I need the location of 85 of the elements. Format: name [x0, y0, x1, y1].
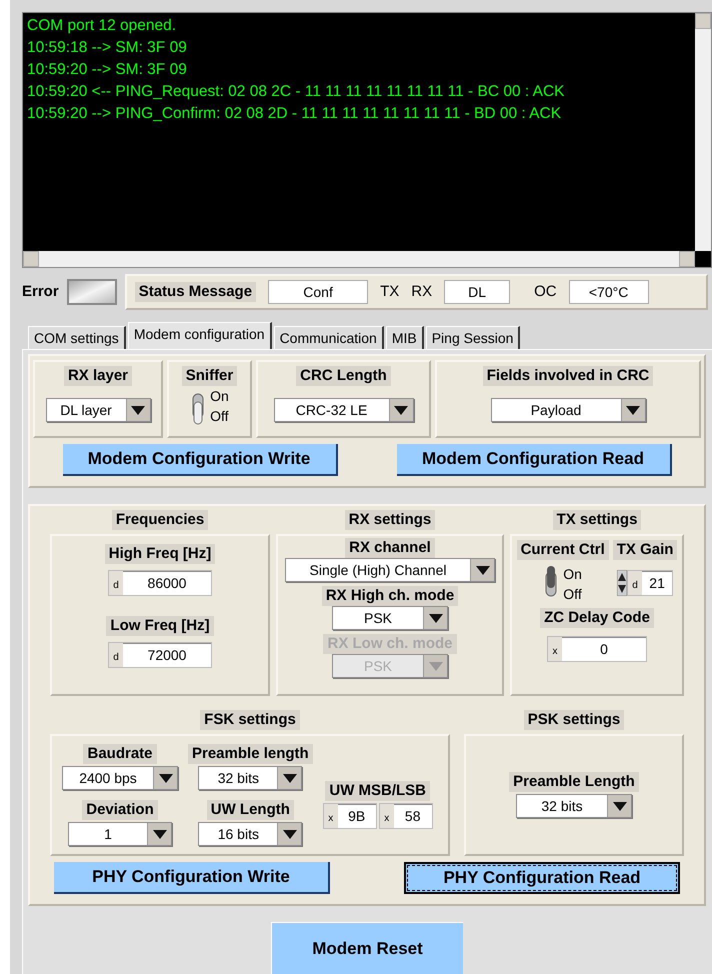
caret-icon [158, 774, 172, 782]
vertical-scrollbar[interactable] [695, 13, 711, 251]
field-label: Preamble Length [509, 772, 639, 792]
field-label: UW MSB/LSB [325, 781, 430, 801]
dropdown[interactable]: PSK [332, 606, 448, 630]
field-label: RX layer [64, 366, 132, 386]
field-label: Preamble length [188, 744, 313, 764]
number-field[interactable]: d 72000 [108, 642, 212, 668]
tab[interactable]: MIB [386, 326, 424, 349]
caret-icon [394, 406, 408, 414]
field-label: RX channel [345, 538, 435, 558]
tab[interactable]: COM settings [28, 326, 126, 349]
field-label: Baudrate [83, 744, 157, 764]
dropdown[interactable]: 1 [68, 822, 172, 846]
log-line: COM port 12 opened. [27, 16, 178, 36]
rx-field: DL [444, 280, 510, 304]
section-title: Frequencies [112, 510, 208, 530]
dropdown[interactable]: 16 bits [198, 822, 302, 846]
status-message-field: Conf [268, 280, 368, 304]
caret-icon [282, 774, 297, 782]
radix-indicator: d [109, 571, 123, 595]
off-label: Off [210, 407, 229, 426]
radix-indicator: x [324, 804, 338, 828]
log-line: 10:59:18 --> SM: 3F 09 [27, 38, 188, 58]
action-button[interactable]: PHY Configuration Read [404, 862, 680, 894]
field-label: CRC Length [296, 366, 391, 386]
dropdown[interactable]: DL layer [46, 398, 150, 422]
tab[interactable]: Modem configuration [128, 322, 272, 349]
radix-indicator: x [380, 804, 394, 828]
field-label: High Freq [Hz] [104, 544, 216, 564]
field-label: UW Length [206, 800, 294, 820]
dropdown[interactable]: 32 bits [516, 794, 632, 818]
rx-label: RX [411, 282, 432, 302]
error-label: Error [22, 282, 59, 302]
section-title: TX settings [552, 510, 642, 530]
caret-icon [131, 406, 145, 414]
caret-icon [476, 566, 490, 574]
spinner-icon[interactable] [617, 570, 628, 596]
number-field[interactable]: x 58 [378, 803, 433, 829]
log-line: 10:59:20 --> SM: 3F 09 [27, 60, 188, 80]
number-field[interactable]: x 9B [322, 803, 377, 829]
section-title: PSK settings [524, 710, 624, 730]
dropdown[interactable]: Single (High) Channel [285, 558, 495, 582]
radix-indicator: d [109, 643, 123, 667]
number-field[interactable]: d 86000 [108, 570, 212, 596]
radix-indicator: x [548, 637, 562, 661]
oc-label: OC [534, 282, 557, 302]
field-label: RX High ch. mode [322, 586, 458, 606]
caret-icon [282, 830, 297, 838]
section-title: FSK settings [200, 710, 300, 730]
radix-indicator: d [628, 571, 642, 595]
field-label: ZC Delay Code [540, 608, 654, 628]
oc-field: <70°C [568, 280, 649, 304]
field-label: TX Gain [612, 540, 678, 560]
dropdown[interactable]: 2400 bps [62, 766, 178, 790]
number-field[interactable]: d 21 [627, 570, 674, 596]
action-button[interactable]: Modem Configuration Write [62, 444, 338, 476]
section-title: RX settings [344, 510, 436, 530]
tab[interactable]: Ping Session [426, 326, 520, 349]
field-label: Fields involved in CRC [482, 366, 654, 386]
field-label: Deviation [82, 800, 158, 820]
field-label: Status Message [134, 282, 256, 302]
action-button[interactable]: Modem Configuration Read [396, 444, 672, 476]
caret-icon [612, 802, 626, 810]
action-button[interactable]: PHY Configuration Write [54, 862, 330, 894]
caret-icon [428, 614, 442, 622]
on-label: On [210, 387, 229, 406]
log-line: 10:59:20 <-- PING_Request: 02 08 2C - 11 11 11 11 11 11 11 11 - BC 00 : ACK [27, 82, 566, 102]
tab[interactable]: Communication [274, 326, 384, 349]
field-label: Sniffer [182, 366, 238, 386]
dropdown[interactable]: Payload [490, 398, 646, 422]
off-label: Off [563, 585, 582, 604]
horizontal-scrollbar[interactable] [23, 251, 695, 267]
field-label: Low Freq [Hz] [106, 616, 214, 636]
number-field[interactable]: x 0 [547, 636, 647, 662]
dropdown[interactable]: 32 bits [198, 766, 302, 790]
caret-icon [428, 662, 442, 670]
field-label: Current Ctrl [516, 540, 609, 560]
reset-button[interactable]: Modem Reset [271, 922, 463, 974]
on-label: On [563, 565, 582, 584]
log-line: 10:59:20 --> PING_Confirm: 02 08 2D - 11 11 11 11 11 11 11 11 - BD 00 : ACK [27, 104, 562, 124]
caret-icon [152, 830, 166, 838]
dropdown[interactable]: CRC-32 LE [274, 398, 414, 422]
caret-icon [626, 406, 640, 414]
tx-label: TX [380, 282, 400, 302]
